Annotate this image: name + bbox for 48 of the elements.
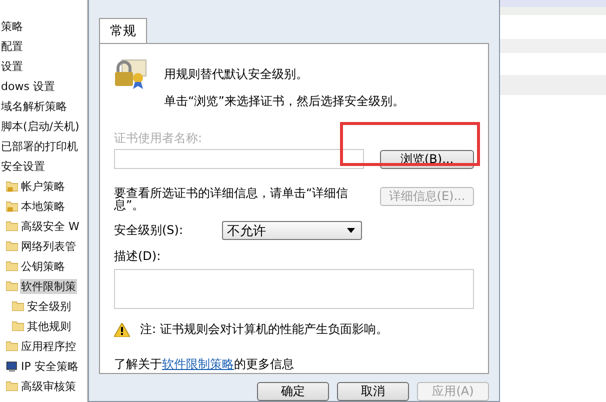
tree-item[interactable]: 高级审核策: [20, 378, 77, 394]
intro-text: 用规则替代默认安全级别。: [164, 66, 309, 83]
tree-item[interactable]: 本地策略: [20, 198, 66, 214]
subject-name-field[interactable]: [114, 149, 364, 169]
dropdown-arrow-icon: [347, 228, 355, 233]
tree-item[interactable]: 高级安全 W: [20, 218, 80, 234]
tree-item[interactable]: 帐户策略: [20, 178, 66, 194]
folder-icon: [12, 301, 24, 311]
policy-link[interactable]: 软件限制策略: [162, 357, 234, 371]
dialog-button[interactable]: 确定: [257, 382, 329, 401]
folder-icon: [12, 321, 24, 331]
folder-lock-icon: [6, 180, 18, 192]
folder-icon: [6, 221, 18, 231]
details-text: 要查看所选证书的详细信息，请单击“详细信息”。: [114, 187, 350, 211]
folder-icon: [6, 381, 18, 391]
security-level-dropdown[interactable]: 不允许: [222, 221, 362, 240]
folder-icon: [6, 261, 18, 271]
description-field[interactable]: [114, 269, 474, 309]
tree-item[interactable]: 安全设置: [0, 158, 46, 174]
security-level-label: 安全级别(S):: [114, 222, 184, 239]
tree-item[interactable]: 安全级别: [26, 298, 72, 314]
tree-item[interactable]: dows 设置: [0, 78, 56, 94]
tree-item[interactable]: 网络列表管: [20, 238, 77, 254]
folder-lock-icon: [6, 200, 18, 212]
warning-icon: [114, 322, 130, 336]
field-label: 证书使用者名称:: [114, 130, 204, 147]
tree-item[interactable]: 软件限制策: [20, 278, 77, 294]
dialog-button[interactable]: 取消: [337, 382, 409, 401]
tree-item[interactable]: 其他规则: [26, 318, 72, 334]
folder-icon: [6, 281, 18, 291]
description-label: 描述(D):: [114, 248, 162, 265]
tree-item[interactable]: 域名解析策略: [0, 98, 68, 114]
tab[interactable]: 常规: [99, 18, 147, 43]
tree-item[interactable]: 设置: [0, 58, 24, 74]
tree-item[interactable]: 应用程序控: [20, 338, 77, 354]
tree-item[interactable]: 公钥策略: [20, 258, 66, 274]
tree-item[interactable]: 配置: [0, 38, 24, 54]
tree-item[interactable]: 策略: [0, 18, 24, 34]
tree-item[interactable]: 已部署的打印机: [0, 138, 79, 154]
intro-text: 单击“浏览”来选择证书，然后选择安全级别。: [164, 93, 404, 110]
more-info-text: 了解关于软件限制策略的更多信息: [114, 356, 295, 373]
folder-icon: [6, 241, 18, 251]
certificate-lock-icon: [114, 58, 148, 90]
tree-item[interactable]: 脚本(启动/关机): [0, 118, 80, 134]
computer-icon: [6, 360, 18, 372]
folder-icon: [6, 341, 18, 351]
tree-item[interactable]: IP 安全策略: [20, 358, 80, 374]
warning-text: 注: 证书规则会对计算机的性能产生负面影响。: [140, 321, 388, 338]
